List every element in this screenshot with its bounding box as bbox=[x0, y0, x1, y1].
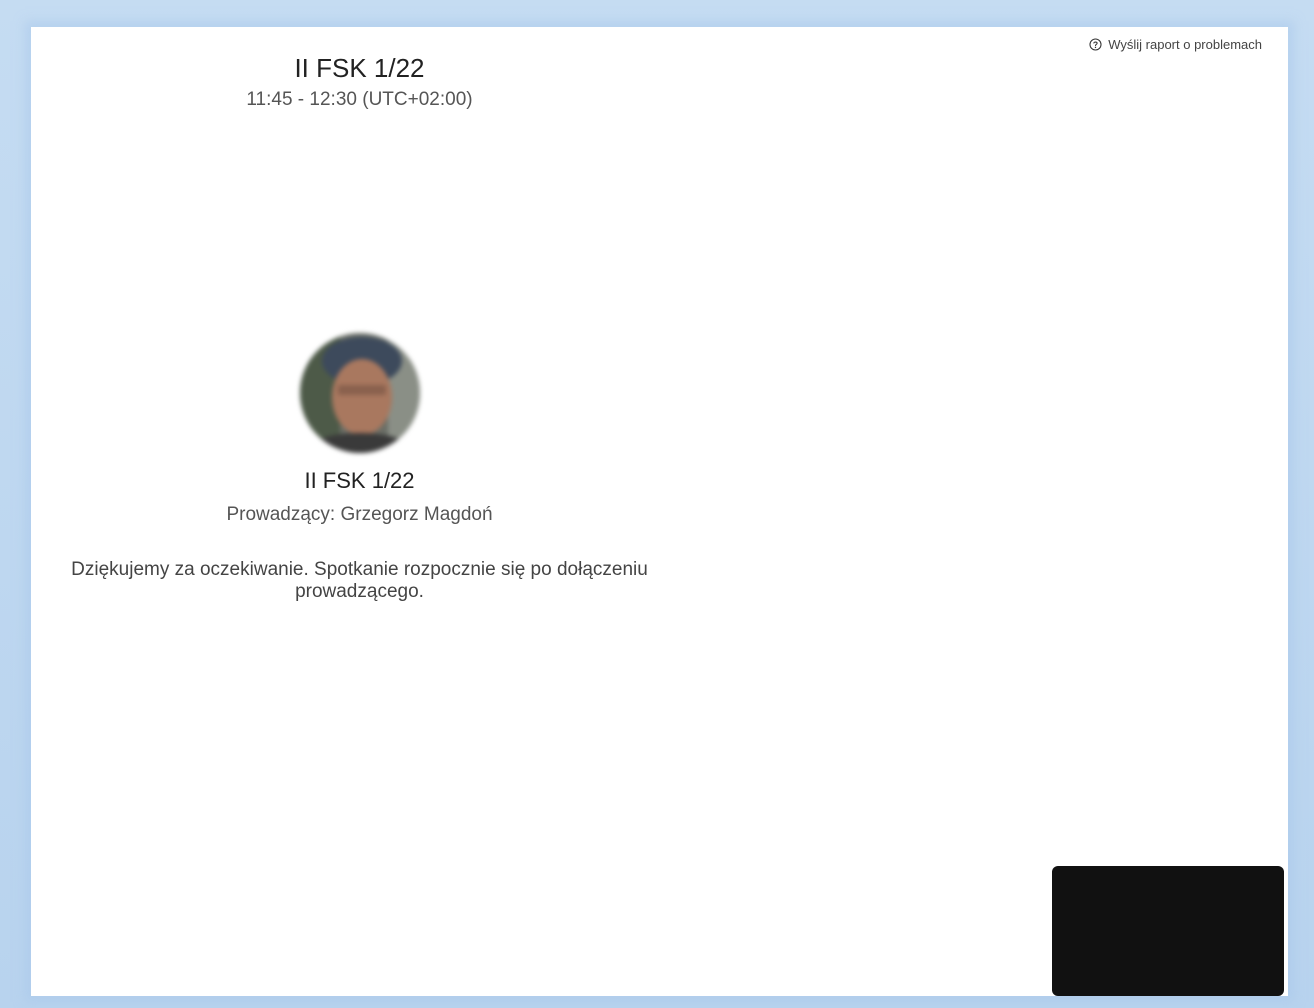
lobby-meeting-title: II FSK 1/22 bbox=[304, 468, 415, 493]
help-circle-icon bbox=[1089, 38, 1102, 51]
host-name: Prowadzący: Grzegorz Magdoń bbox=[226, 504, 493, 525]
window-frame: Wyślij raport o problemach II FSK 1/22 1… bbox=[0, 0, 1314, 1008]
meeting-time: 11:45 - 12:30 (UTC+02:00) bbox=[246, 89, 473, 110]
lobby-panel: II FSK 1/22 Prowadzący: Grzegorz Magdoń … bbox=[31, 333, 688, 603]
report-problem-label: Wyślij raport o problemach bbox=[1108, 37, 1262, 52]
meeting-header: II FSK 1/22 11:45 - 12:30 (UTC+02:00) bbox=[31, 52, 688, 112]
report-problem-link[interactable]: Wyślij raport o problemach bbox=[1089, 37, 1262, 52]
meeting-title: II FSK 1/22 bbox=[294, 53, 425, 83]
meeting-lobby-page: Wyślij raport o problemach II FSK 1/22 1… bbox=[31, 27, 1288, 996]
host-avatar bbox=[299, 333, 420, 453]
self-video-preview[interactable] bbox=[1052, 866, 1284, 996]
waiting-message: Dziękujemy za oczekiwanie. Spotkanie roz… bbox=[71, 559, 648, 602]
host-photo bbox=[299, 333, 420, 453]
